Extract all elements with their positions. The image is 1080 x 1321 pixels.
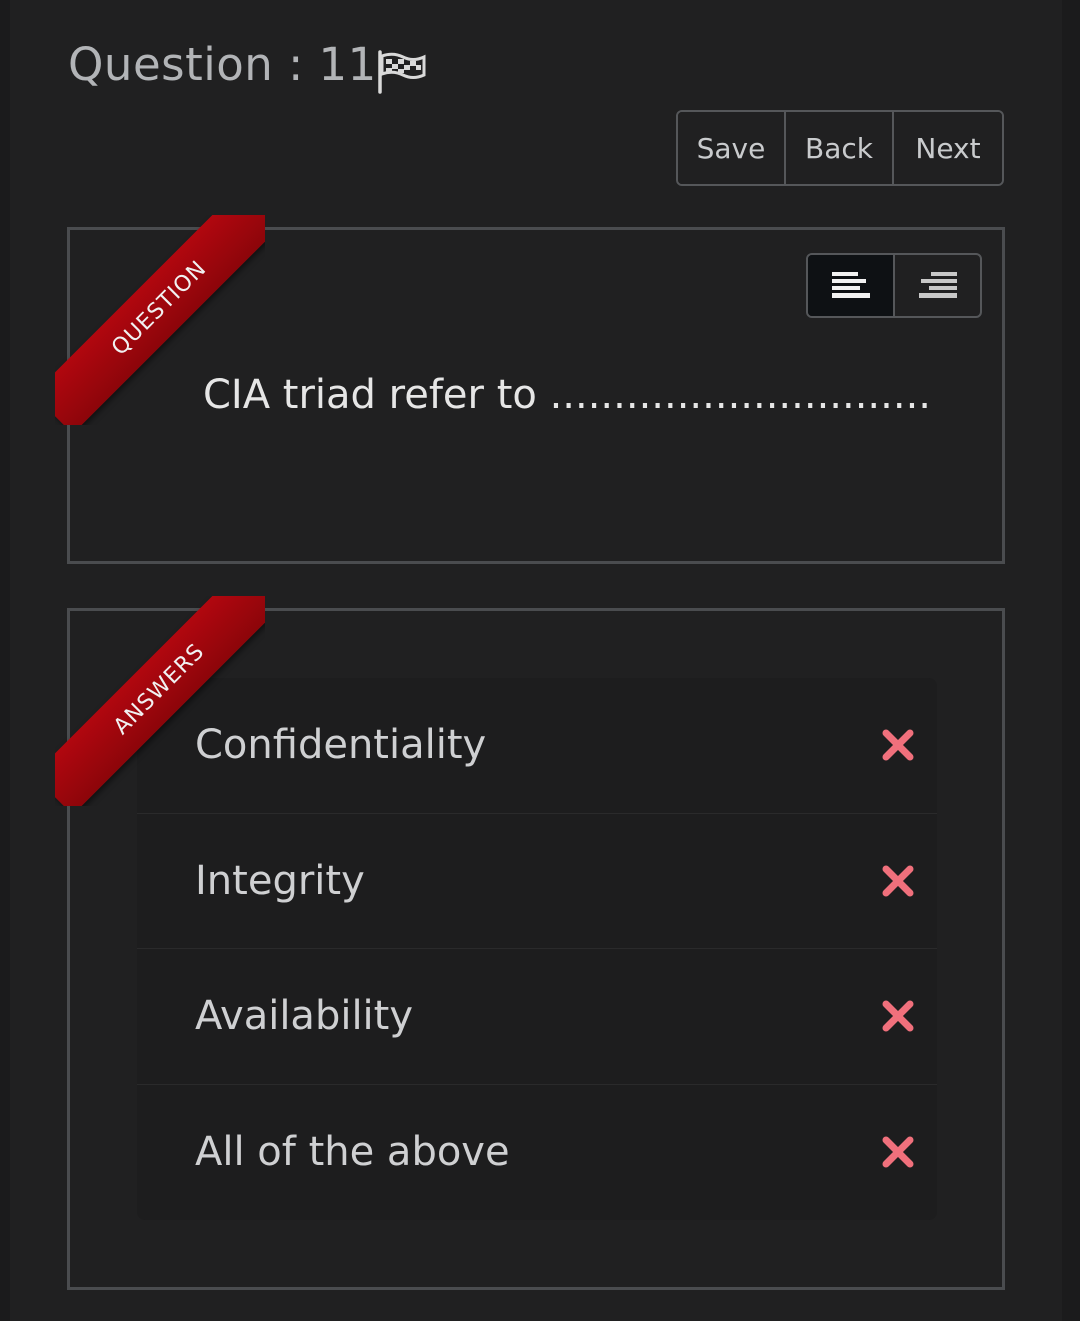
back-button[interactable]: Back — [786, 112, 894, 184]
align-right-button[interactable] — [895, 255, 980, 316]
question-nav-group: Save Back Next — [676, 110, 1004, 186]
incorrect-x-icon — [882, 729, 914, 761]
question-text: CIA triad refer to .....................… — [203, 372, 932, 418]
answer-label: All of the above — [195, 1129, 510, 1176]
flag-icon[interactable] — [375, 48, 427, 94]
answer-label: Availability — [195, 993, 414, 1040]
save-button[interactable]: Save — [678, 112, 786, 184]
align-right-icon — [918, 271, 957, 298]
answers-ribbon-label: ANSWERS — [55, 596, 265, 806]
incorrect-x-icon — [882, 1000, 914, 1032]
text-align-toggle — [806, 253, 982, 318]
answer-option[interactable]: Availability — [137, 949, 937, 1085]
question-ribbon: QUESTION — [55, 215, 265, 425]
next-button[interactable]: Next — [894, 112, 1002, 184]
question-ribbon-label: QUESTION — [55, 215, 265, 425]
answers-ribbon: ANSWERS — [55, 596, 265, 806]
answer-option[interactable]: Integrity — [137, 814, 937, 949]
incorrect-x-icon — [882, 865, 914, 897]
align-left-icon — [831, 271, 870, 298]
question-title: Question : 11 — [68, 38, 377, 91]
answer-label: Integrity — [195, 857, 365, 904]
align-left-button[interactable] — [808, 255, 895, 316]
answer-option[interactable]: All of the above — [137, 1085, 937, 1221]
incorrect-x-icon — [882, 1136, 914, 1168]
